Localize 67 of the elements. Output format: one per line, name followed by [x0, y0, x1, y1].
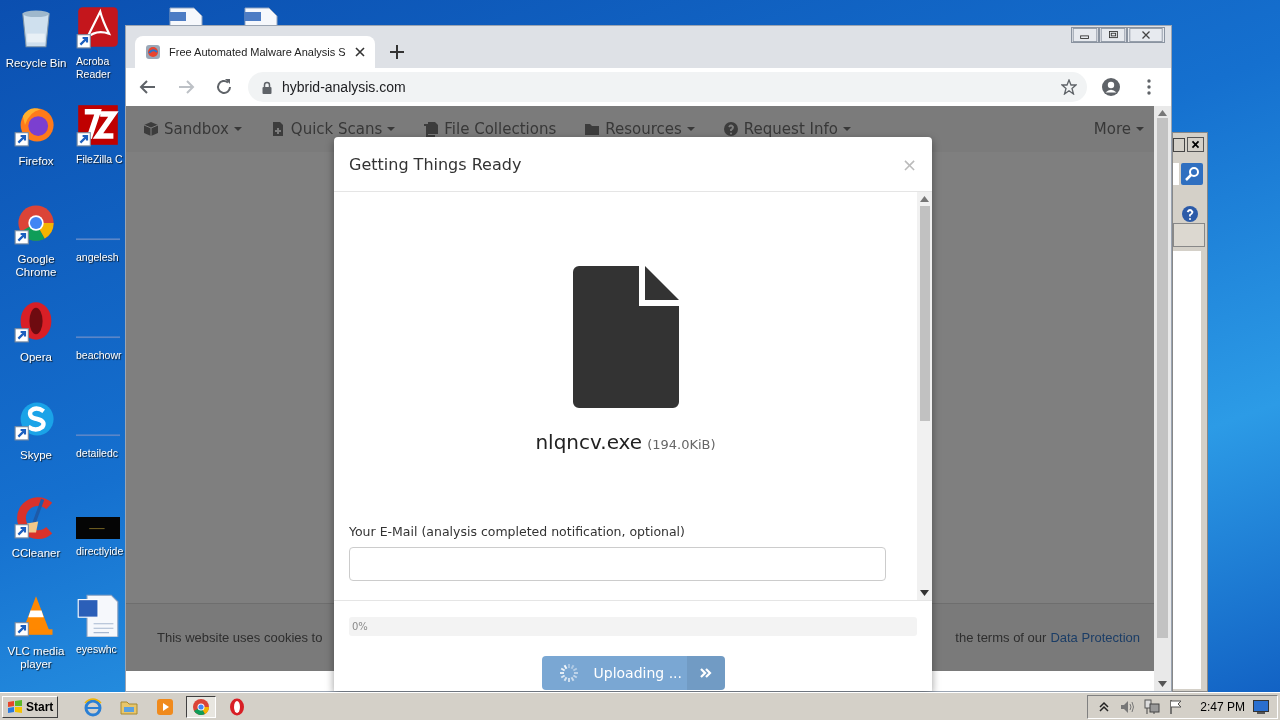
icon-label[interactable]: CCleaner — [3, 547, 69, 560]
icon-label[interactable]: Google Chrome — [3, 253, 69, 279]
help-icon — [722, 121, 739, 137]
browser-icon — [83, 696, 104, 717]
email-field[interactable] — [349, 547, 886, 581]
icon-label[interactable]: Opera — [3, 351, 69, 364]
scrollbar[interactable] — [917, 192, 932, 600]
ftp-app-icon[interactable] — [76, 103, 120, 147]
icon-label[interactable]: FileZilla C — [76, 153, 123, 166]
icon-label[interactable]: Recycle Bin — [3, 57, 69, 70]
scroll-up-icon[interactable] — [1158, 110, 1167, 116]
files-icon — [423, 121, 440, 137]
cookie-text: the terms of our — [955, 630, 1047, 645]
icon-label[interactable]: directlyide — [76, 545, 124, 558]
minimize-icon[interactable] — [1071, 27, 1099, 43]
windows-flag-icon — [7, 699, 23, 714]
icon-label[interactable]: Reader — [76, 68, 111, 81]
document-icon[interactable] — [241, 6, 281, 26]
cube-icon — [143, 121, 159, 137]
file-name: nlqncv.exe — [535, 430, 643, 454]
dialog-title: Getting Things Ready — [349, 154, 523, 174]
site-icon — [145, 44, 161, 60]
lock-icon — [262, 80, 272, 94]
icon-label[interactable]: beachowr — [76, 349, 122, 362]
search-icon[interactable] — [1181, 163, 1203, 185]
cookie-text: This website uses cookies to — [157, 630, 323, 645]
scroll-down-icon[interactable] — [920, 590, 929, 596]
double-chevron-icon — [698, 667, 713, 679]
input-field[interactable] — [1173, 163, 1179, 185]
network-icon[interactable] — [1144, 698, 1161, 715]
close-icon[interactable] — [1187, 137, 1204, 152]
scrollbar[interactable] — [1154, 106, 1171, 691]
new-tab-icon[interactable] — [387, 42, 407, 62]
browser-icon — [191, 696, 212, 717]
maximize-button[interactable] — [1173, 138, 1185, 152]
nav-item[interactable]: Sandbox — [143, 120, 242, 138]
scroll-up-icon[interactable] — [920, 196, 929, 202]
clock-time[interactable]: 2:47 PM — [1200, 699, 1245, 714]
data-protection-link[interactable]: Data Protection — [1050, 630, 1140, 645]
icon-label[interactable]: Firefox — [3, 155, 69, 168]
document-icon[interactable] — [76, 593, 120, 637]
scroll-down-icon[interactable] — [1158, 681, 1167, 687]
close-icon[interactable] — [355, 47, 365, 57]
start-button[interactable]: Start — [2, 695, 59, 718]
progress-label: 0% — [351, 621, 368, 632]
spinner-icon — [557, 662, 580, 684]
address-bar[interactable]: hybrid-analysis.com — [248, 72, 1087, 102]
desktop-icon[interactable] — [1253, 699, 1269, 714]
icon-label[interactable]: detailedc — [76, 447, 119, 460]
document-icon[interactable] — [166, 6, 206, 26]
pdf-icon[interactable] — [76, 5, 120, 49]
icon-label[interactable]: angelesh — [76, 251, 119, 264]
icon-label[interactable]: Acroba — [76, 55, 110, 68]
field-label: Your E-Mail (analysis completed notification, optional) — [349, 524, 686, 539]
icon-label[interactable]: eyeswhc — [76, 643, 117, 656]
media-player-icon — [155, 696, 176, 717]
browser-tab[interactable]: Free Automated Malware Analysis S — [135, 36, 375, 68]
nav-item[interactable]: More — [1093, 120, 1144, 138]
taskbar-button[interactable] — [186, 695, 217, 718]
nav-item[interactable]: File Collections — [423, 120, 557, 138]
file-size: (194.0KiB) — [647, 437, 716, 452]
restore-icon[interactable] — [1099, 27, 1127, 43]
icon-label[interactable]: Skype — [3, 449, 69, 462]
help-icon[interactable] — [1181, 205, 1199, 223]
icon-label[interactable]: VLC media player — [3, 645, 69, 671]
star-icon[interactable] — [1061, 79, 1077, 95]
file-icon — [572, 266, 679, 408]
